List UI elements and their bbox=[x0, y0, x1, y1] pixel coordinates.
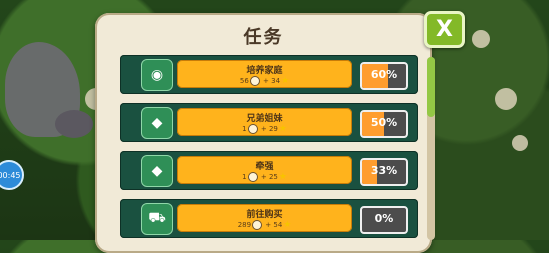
background-rock bbox=[472, 30, 490, 48]
diamond-icon: ◆ bbox=[141, 107, 173, 139]
coin-icon bbox=[249, 76, 260, 86]
task-reward: 1 + 29★ bbox=[242, 124, 287, 134]
task-reward: 289 + 54★ bbox=[237, 220, 292, 230]
timer-badge[interactable]: 00:45 bbox=[0, 160, 24, 190]
task-label-card[interactable]: 前往购买 289 + 54★ bbox=[177, 204, 352, 232]
star-icon: ★ bbox=[281, 76, 290, 86]
progress-bar: 0% bbox=[360, 206, 408, 234]
star-icon: ★ bbox=[278, 124, 287, 134]
task-reward: 56 + 34★ bbox=[239, 76, 290, 86]
star-icon: ★ bbox=[278, 172, 287, 182]
progress-text: 33% bbox=[370, 164, 398, 177]
close-button[interactable]: X bbox=[424, 11, 465, 48]
close-icon: X bbox=[436, 17, 453, 42]
truck-icon: ⛟ bbox=[141, 203, 173, 235]
scroll-thumb[interactable] bbox=[427, 57, 435, 117]
coin-icon bbox=[247, 124, 258, 134]
panel-title: 任务 bbox=[243, 27, 284, 48]
progress-text: 60% bbox=[370, 68, 398, 81]
background-dinosaur-small bbox=[55, 110, 93, 138]
task-row[interactable]: ◆ 兄弟姐妹 1 + 29★ 50% bbox=[120, 103, 418, 142]
background-rock bbox=[495, 88, 517, 110]
task-name: 培养家庭 bbox=[246, 66, 283, 76]
egg-icon: ◉ bbox=[141, 59, 173, 91]
task-row[interactable]: ⛟ 前往购买 289 + 54★ 0% bbox=[120, 199, 418, 238]
progress-bar: 60% bbox=[360, 62, 408, 90]
task-reward: 1 + 25★ bbox=[242, 172, 287, 182]
task-name: 牵强 bbox=[255, 162, 274, 172]
task-row[interactable]: ◉ 培养家庭 56 + 34★ 60% bbox=[120, 55, 418, 94]
coin-icon bbox=[252, 220, 263, 230]
task-name: 前往购买 bbox=[246, 210, 283, 220]
progress-bar: 50% bbox=[360, 110, 408, 138]
task-row[interactable]: ◆ 牵强 1 + 25★ 33% bbox=[120, 151, 418, 190]
task-label-card[interactable]: 牵强 1 + 25★ bbox=[177, 156, 352, 184]
progress-text: 50% bbox=[370, 116, 398, 129]
star-icon: ★ bbox=[283, 220, 292, 230]
progress-bar: 33% bbox=[360, 158, 408, 186]
coin-icon bbox=[247, 172, 258, 182]
timer-text: 00:45 bbox=[0, 170, 21, 180]
background-rock bbox=[512, 135, 528, 151]
task-label-card[interactable]: 兄弟姐妹 1 + 29★ bbox=[177, 108, 352, 136]
progress-text: 0% bbox=[374, 212, 394, 225]
task-label-card[interactable]: 培养家庭 56 + 34★ bbox=[177, 60, 352, 88]
diamond-icon: ◆ bbox=[141, 155, 173, 187]
task-name: 兄弟姐妹 bbox=[246, 114, 283, 124]
task-scrollbar[interactable] bbox=[427, 57, 435, 240]
